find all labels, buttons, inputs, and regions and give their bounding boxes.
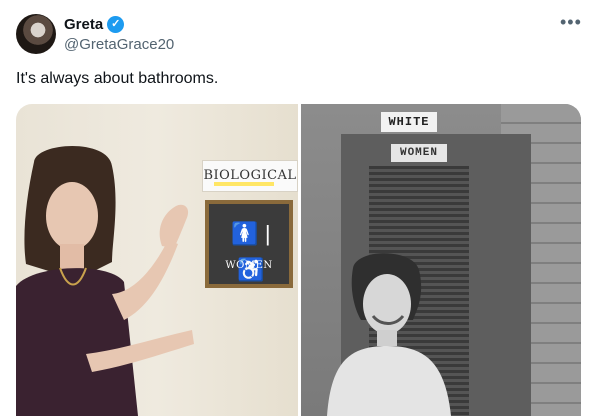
- restroom-icons: 🚺 | ♿: [231, 221, 271, 282]
- smiling-woman-figure: [327, 253, 451, 416]
- media-photo-left[interactable]: BIOLOGICAL 🚺 | ♿ WOMEN: [16, 104, 298, 416]
- biological-label: BIOLOGICAL: [202, 160, 298, 192]
- author-name-row[interactable]: Greta ✓: [64, 16, 125, 33]
- tweet-media[interactable]: BIOLOGICAL 🚺 | ♿ WOMEN WHITE WOMEN: [16, 104, 581, 416]
- more-options-icon[interactable]: •••: [560, 12, 582, 33]
- author-avatar[interactable]: [16, 14, 56, 54]
- tweet[interactable]: Greta ✓ @GretaGrace20 ••• It's always ab…: [0, 0, 596, 416]
- women-door-sign: WOMEN: [391, 144, 447, 162]
- highlight-underline: [214, 182, 274, 186]
- white-sign: WHITE: [381, 112, 437, 132]
- woman-pointing-figure: [16, 146, 194, 416]
- verified-badge-icon: ✓: [107, 16, 125, 33]
- tweet-text: It's always about bathrooms.: [16, 70, 219, 87]
- media-photo-right[interactable]: WHITE WOMEN: [301, 104, 581, 416]
- restroom-sign-text: WOMEN: [225, 260, 273, 271]
- author-handle[interactable]: @GretaGrace20: [64, 36, 174, 53]
- author-name[interactable]: Greta: [64, 16, 103, 33]
- restroom-sign: 🚺 | ♿ WOMEN: [205, 200, 293, 288]
